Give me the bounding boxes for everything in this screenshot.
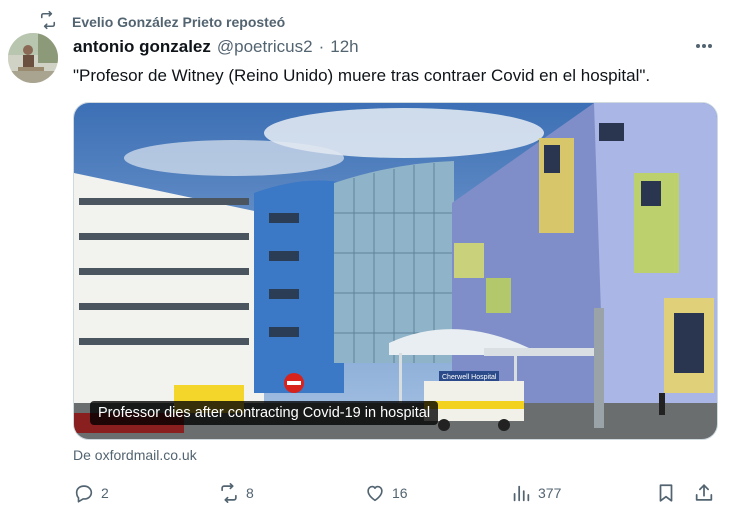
timestamp[interactable]: 12h [330, 37, 358, 57]
repost-indicator[interactable]: Evelio González Prieto reposteó [38, 10, 285, 33]
action-bar: 2 8 16 377 [73, 478, 718, 508]
reply-count: 2 [101, 485, 109, 501]
bar-chart-icon [513, 485, 530, 502]
hospital-sign: Cherwell Hospital [442, 374, 497, 381]
share-button[interactable] [693, 478, 715, 508]
repost-icon [38, 10, 58, 33]
tweet-header: antonio gonzalez @poetricus2 · 12h [73, 37, 359, 57]
views-button[interactable]: 377 [510, 478, 561, 508]
author-handle[interactable]: @poetricus2 [217, 37, 313, 57]
repost-text[interactable]: Evelio González Prieto reposteó [72, 14, 285, 30]
hospital-image: Cherwell Hospital [74, 103, 717, 439]
view-count: 377 [538, 485, 562, 501]
heart-icon [367, 485, 383, 502]
bookmark-icon [659, 484, 673, 502]
share-icon [695, 484, 713, 501]
avatar[interactable] [8, 33, 58, 83]
more-options-icon[interactable] [692, 36, 716, 56]
repost-icon [221, 483, 237, 503]
tweet-text: "Profesor de Witney (Reino Unido) muere … [73, 66, 651, 85]
bookmark-button[interactable] [655, 478, 677, 508]
repost-count: 8 [246, 485, 254, 501]
card-caption[interactable]: Professor dies after contracting Covid-1… [90, 401, 439, 425]
card-source[interactable]: De oxfordmail.co.uk [73, 447, 197, 463]
author-name[interactable]: antonio gonzalez [73, 37, 211, 57]
reply-icon [75, 485, 93, 503]
reply-button[interactable]: 2 [73, 478, 109, 508]
like-count: 16 [392, 485, 408, 501]
repost-button[interactable]: 8 [218, 478, 254, 508]
like-button[interactable]: 16 [364, 478, 408, 508]
separator-dot: · [318, 37, 325, 56]
link-card[interactable]: Cherwell Hospital Professor dies after c… [73, 102, 718, 440]
